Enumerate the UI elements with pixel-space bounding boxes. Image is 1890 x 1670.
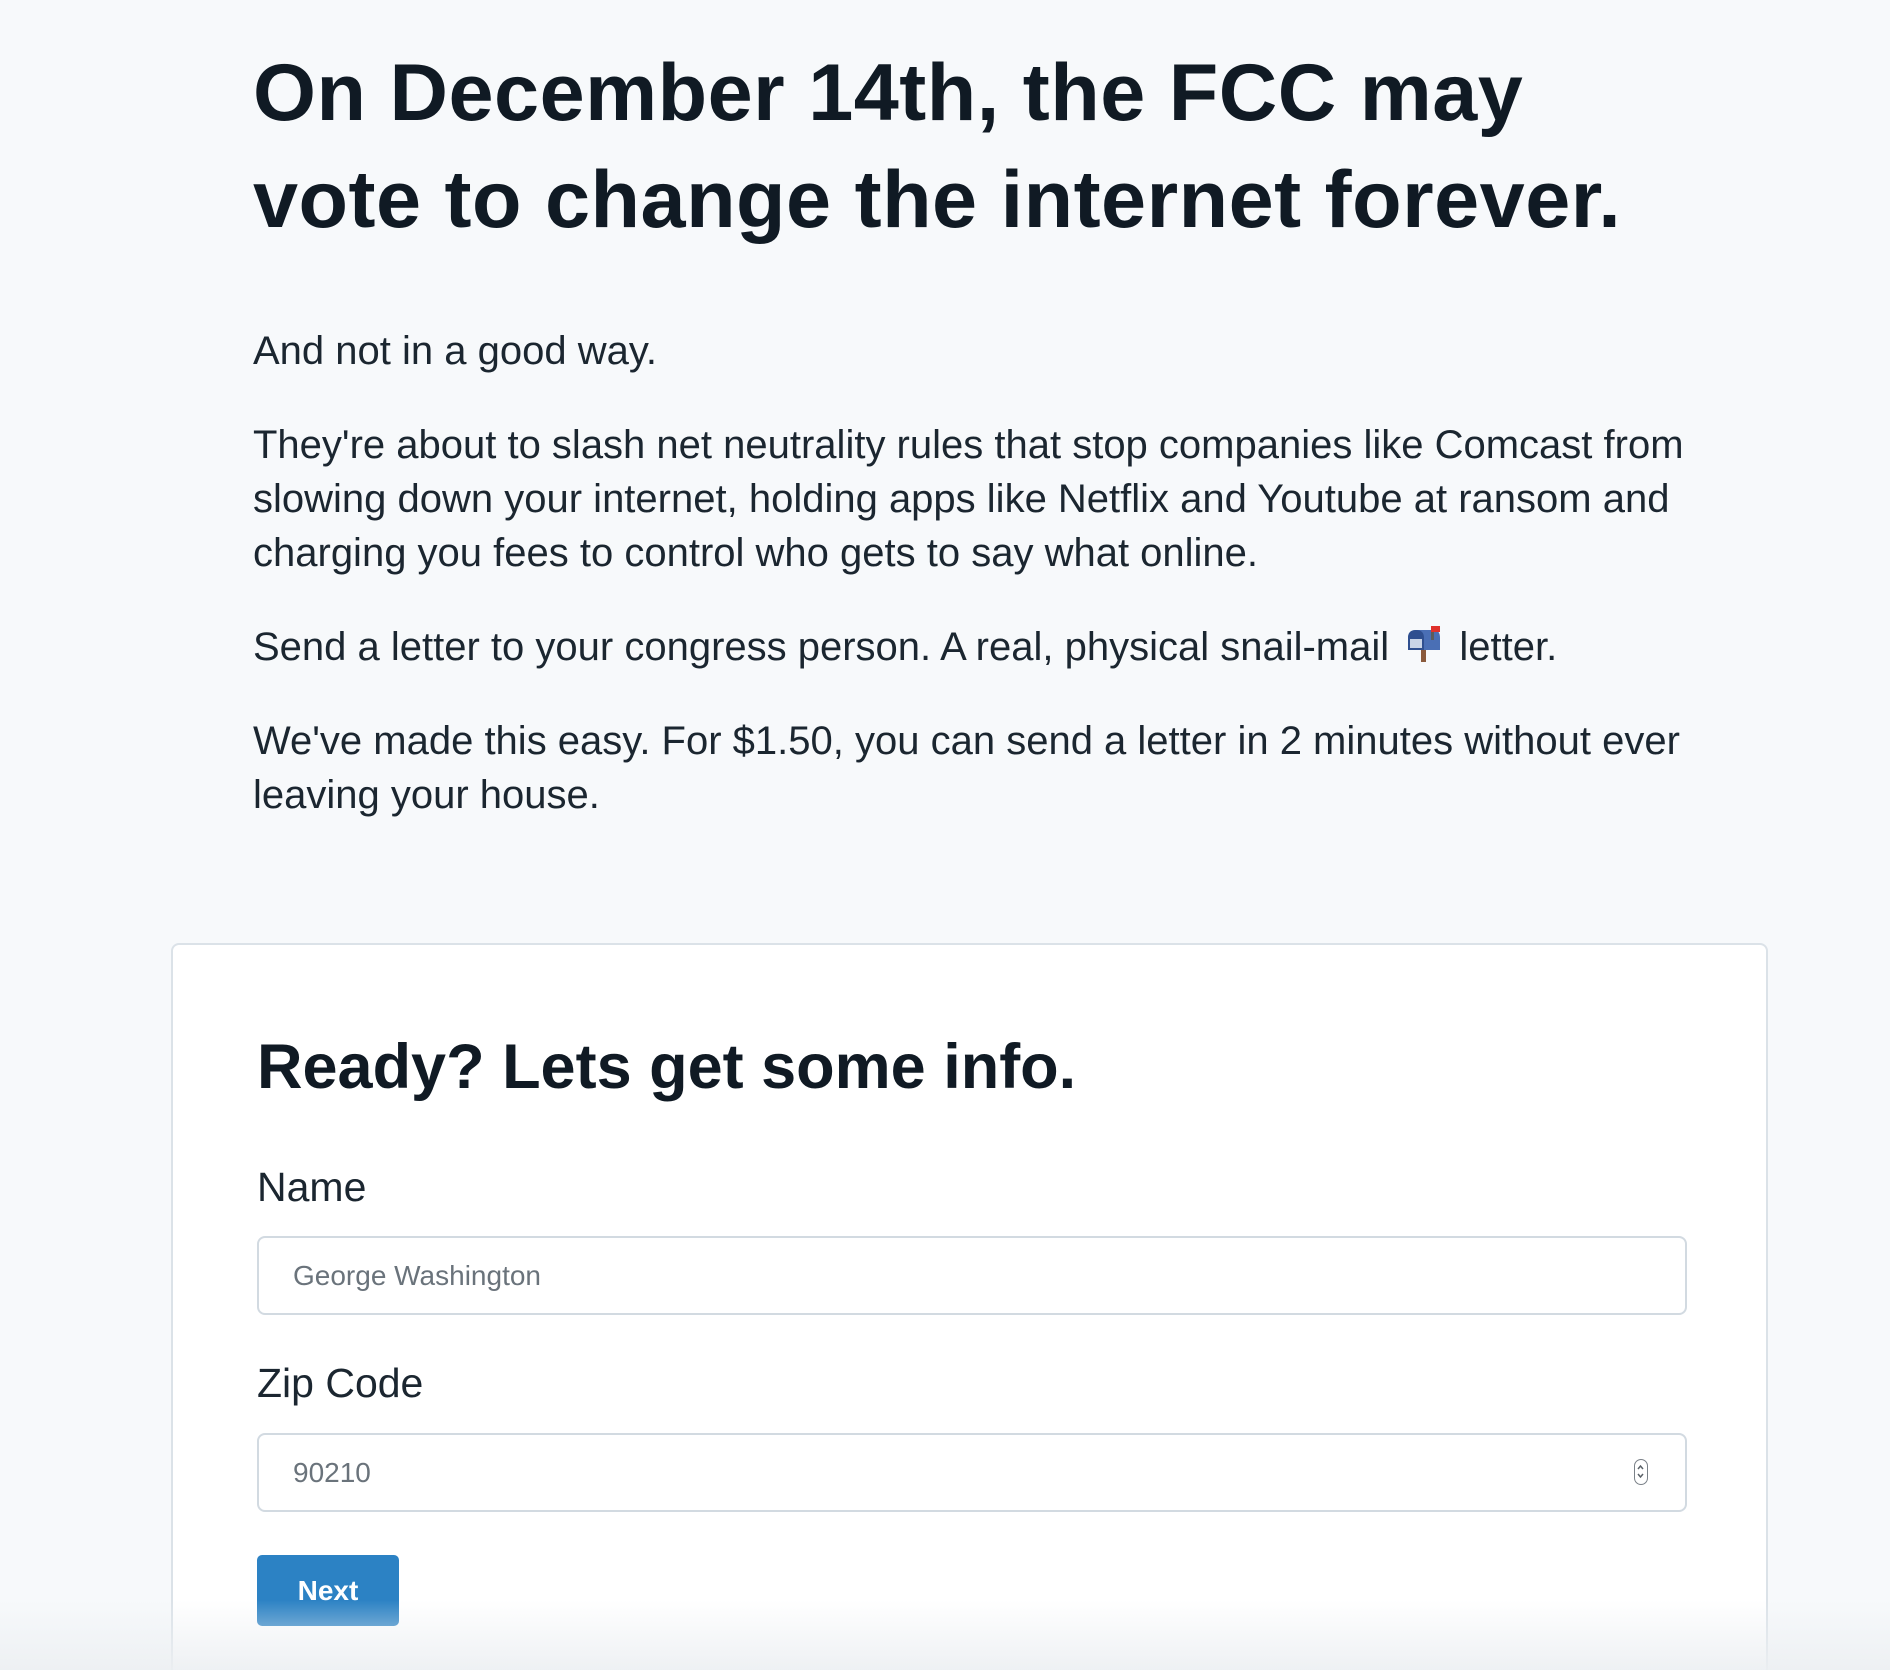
zip-code-label: Zip Code (257, 1360, 424, 1406)
call-to-action-text: Send a letter to your congress person. A… (253, 625, 1390, 669)
next-button[interactable]: Next (257, 1555, 399, 1626)
spinner-icon[interactable] (1634, 1459, 1648, 1485)
intro-paragraph: They're about to slash net neutrality ru… (253, 423, 1684, 575)
mailbox-icon (1404, 624, 1444, 664)
pricing-paragraph: We've made this easy. For $1.50, you can… (253, 719, 1680, 817)
zip-code-input[interactable] (257, 1433, 1687, 1512)
page: On December 14th, the FCC may vote to ch… (0, 0, 1890, 1670)
page-title: On December 14th, the FCC may vote to ch… (253, 40, 1753, 254)
form-heading: Ready? Lets get some info. (257, 1032, 1077, 1102)
name-label: Name (257, 1164, 367, 1210)
info-form-card: Ready? Lets get some info. Name Zip Code… (171, 943, 1768, 1670)
page-title-line-2: vote to change the internet forever. (253, 155, 1622, 245)
hero-section: On December 14th, the FCC may vote to ch… (253, 40, 1753, 822)
page-title-line-1: On December 14th, the FCC may (253, 48, 1524, 138)
call-to-action-paragraph: Send a letter to your congress person. A… (253, 620, 1713, 674)
name-input[interactable] (257, 1236, 1687, 1315)
lead-text: And not in a good way. (253, 329, 657, 373)
call-to-action-end: letter. (1459, 625, 1558, 669)
